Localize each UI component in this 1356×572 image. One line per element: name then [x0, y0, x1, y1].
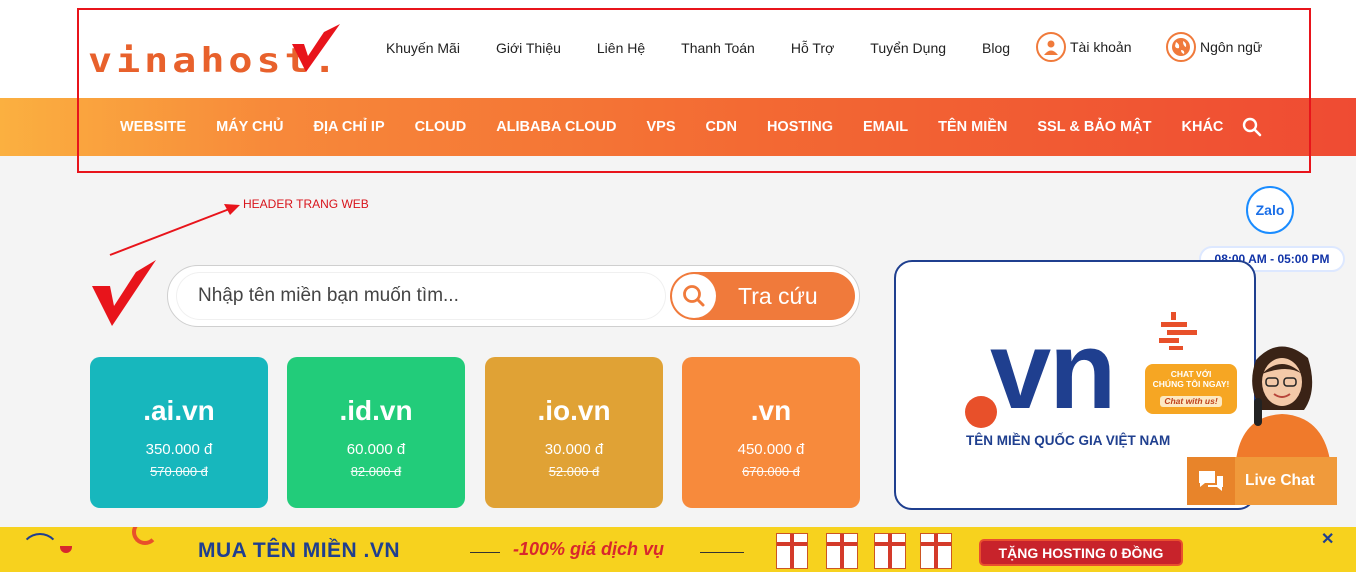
gift-box-icon	[826, 533, 858, 569]
support-agent-avatar	[1236, 346, 1330, 460]
zalo-chat-button[interactable]: Zalo	[1246, 186, 1294, 234]
divider-line	[700, 552, 744, 553]
domain-old-price: 82.000 đ	[350, 464, 402, 479]
search-button-label: Tra cứu	[738, 282, 818, 309]
domain-price: 60.000 đ	[346, 441, 406, 458]
promo-banner[interactable]: MUA TÊN MIỀN .VN -100% giá dịch vụ TẶNG …	[0, 527, 1356, 572]
domain-old-price: 670.000 đ	[742, 464, 800, 479]
domain-extension: .vn	[750, 395, 792, 426]
free-hosting-button[interactable]: TẶNG HOSTING 0 ĐỒNG	[979, 539, 1183, 566]
close-icon[interactable]: ✕	[1321, 529, 1334, 549]
promo-title: MUA TÊN MIỀN .VN	[198, 539, 401, 562]
live-chat-button[interactable]: Live Chat	[1187, 457, 1337, 505]
free-hosting-label: TẶNG HOSTING 0 ĐỒNG	[998, 544, 1164, 561]
gift-box-icon	[920, 533, 952, 569]
domain-card-id-vn[interactable]: .id.vn 60.000 đ 82.000 đ	[287, 357, 465, 508]
domain-price: 350.000 đ	[145, 441, 213, 458]
decorative-cup	[60, 546, 72, 553]
domain-card-io-vn[interactable]: .io.vn 30.000 đ 52.000 đ	[485, 357, 663, 508]
domain-card-vn[interactable]: .vn 450.000 đ 670.000 đ	[682, 357, 860, 508]
domain-extension: .ai.vn	[143, 395, 215, 426]
bubble-line-1: CHAT VỚI	[1170, 369, 1212, 379]
domain-extension: .id.vn	[339, 395, 413, 426]
annotation-arrow-icon	[109, 204, 240, 256]
domain-old-price: 52.000 đ	[548, 464, 600, 479]
domain-price: 450.000 đ	[737, 441, 805, 458]
magnifier-icon	[672, 274, 716, 318]
domain-search-input[interactable]	[176, 272, 666, 320]
gift-box-icon	[874, 533, 906, 569]
vn-banner-subtitle: TÊN MIỀN QUỐC GIA VIỆT NAM	[966, 433, 1171, 448]
decorative-arc	[20, 533, 60, 572]
live-chat-label: Live Chat	[1245, 472, 1315, 489]
divider-line	[470, 552, 500, 553]
domain-extension: .io.vn	[537, 395, 611, 426]
bubble-sub: Chat with us!	[1160, 395, 1222, 408]
gift-box-icon	[776, 533, 808, 569]
zalo-label: Zalo	[1255, 202, 1285, 218]
vn-flag-icon	[1159, 312, 1197, 350]
domain-old-price: 570.000 đ	[150, 464, 208, 479]
promo-subtitle: -100% giá dịch vụ	[513, 539, 665, 559]
bubble-line-2: CHÚNG TÔI NGAY!	[1152, 378, 1230, 389]
decorative-swirl	[132, 527, 158, 545]
domain-price: 30.000 đ	[544, 441, 604, 458]
brand-checkmark-icon	[92, 260, 156, 326]
annotation-highlight-box	[77, 8, 1311, 173]
chat-invite-bubble[interactable]: CHAT VỚI CHÚNG TÔI NGAY! Chat with us!	[1145, 364, 1237, 414]
domain-card-ai-vn[interactable]: .ai.vn 350.000 đ 570.000 đ	[90, 357, 268, 508]
domain-search-button[interactable]: Tra cứu	[670, 272, 855, 320]
vn-banner-title: vn	[990, 309, 1116, 432]
chat-bubbles-icon	[1187, 457, 1235, 505]
annotation-label: HEADER TRANG WEB	[243, 197, 369, 211]
domain-search-bar: Tra cứu	[167, 265, 860, 327]
